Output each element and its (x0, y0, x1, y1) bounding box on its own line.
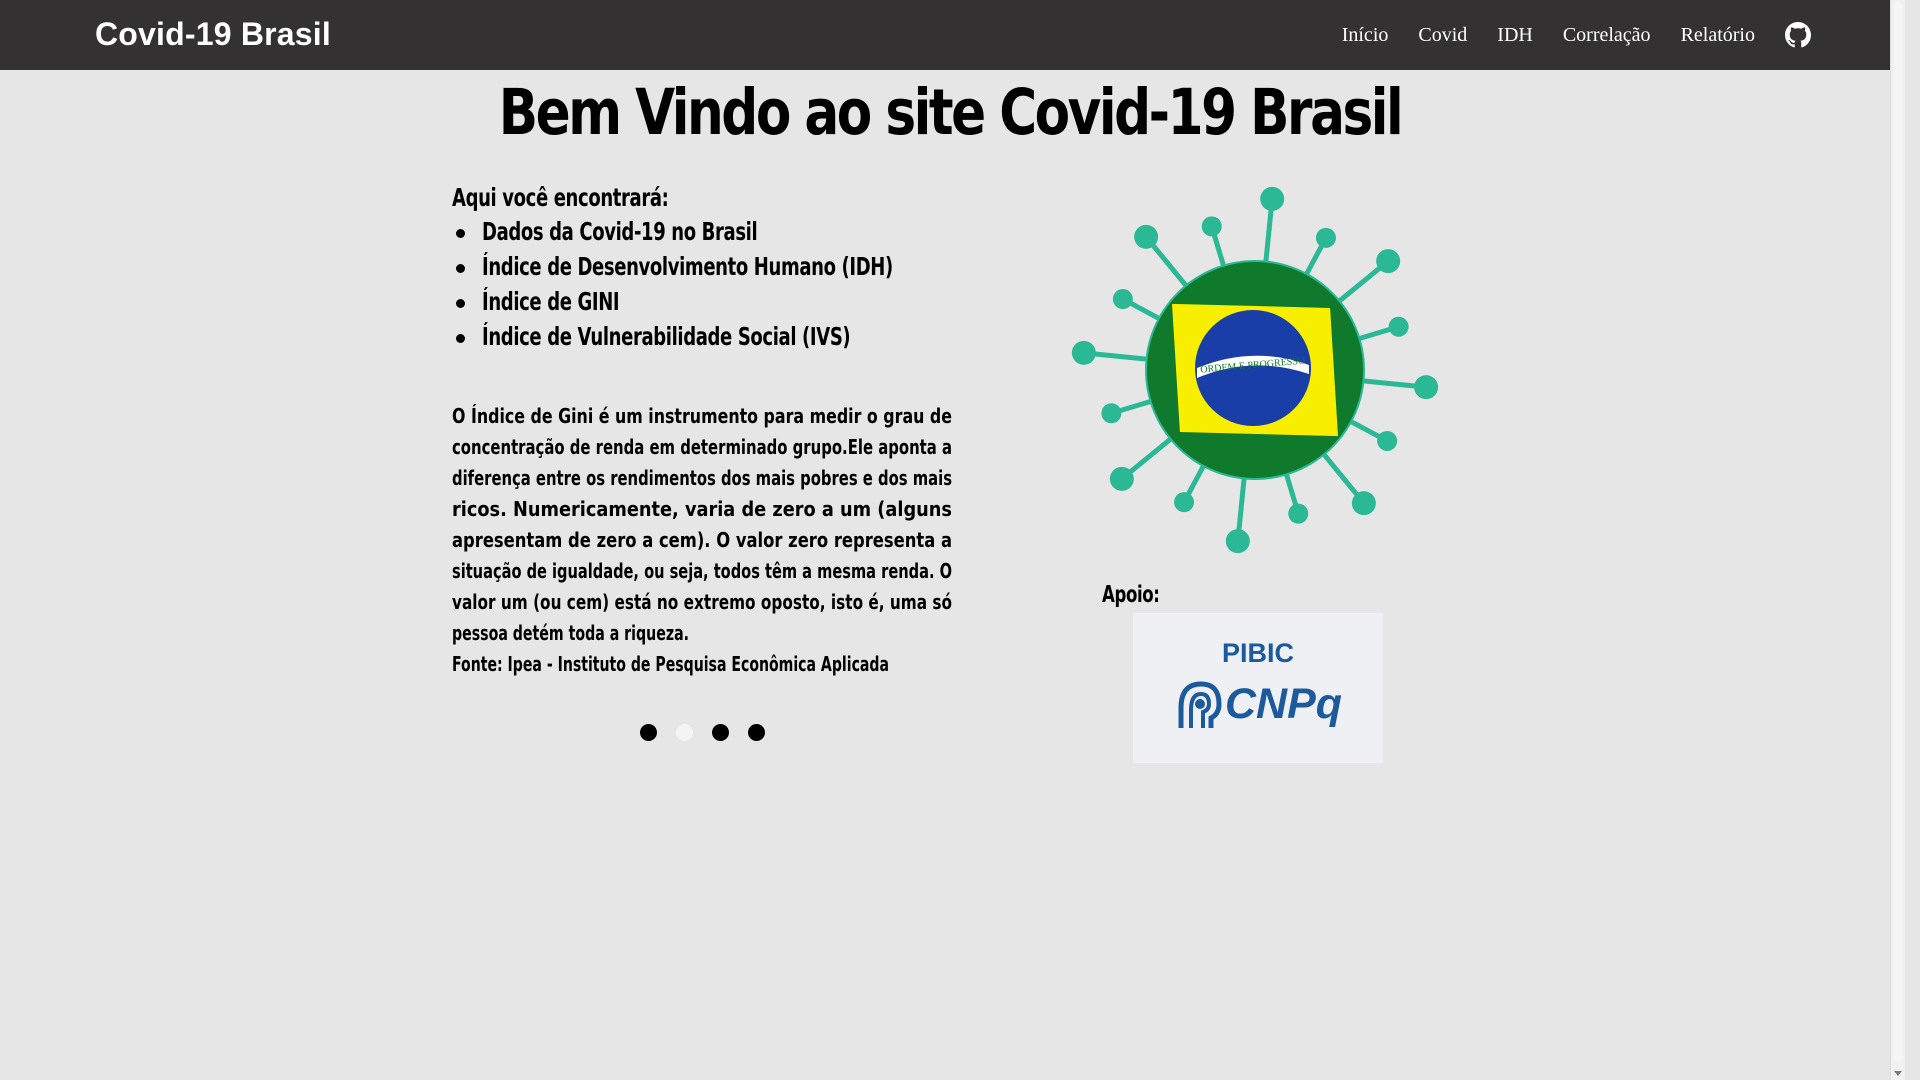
vertical-scrollbar[interactable] (1890, 0, 1905, 1080)
nav-link-idh[interactable]: IDH (1497, 24, 1533, 47)
paragraph-line: ricos. Numericamente, varia de zero a um… (452, 497, 952, 521)
bullet (456, 334, 465, 343)
virus-spike-tip (1288, 503, 1309, 524)
carousel-dot-2[interactable] (676, 724, 693, 741)
virus-spike-tip (1109, 466, 1134, 491)
brand-title[interactable]: Covid-19 Brasil (95, 16, 331, 53)
feature-text: Índice de Vulnerabilidade Social (IVS) (482, 322, 851, 351)
virus-spike-tip (1101, 403, 1122, 424)
feature-text: Índice de GINI (482, 287, 620, 316)
feature-text: Índice de Desenvolvimento Humano (IDH) (482, 252, 893, 281)
navbar: Covid-19 Brasil Início Covid IDH Correla… (0, 0, 1905, 70)
virus-spike-tip (1388, 316, 1409, 337)
nav-links: Início Covid IDH Correlação Relatório (1312, 0, 1811, 70)
nav-link-covid[interactable]: Covid (1418, 24, 1467, 47)
paragraph-line: pessoa detém toda a riqueza. (452, 621, 689, 645)
carousel-dot-1[interactable] (640, 724, 657, 741)
paragraph-line: situação de igualdade, ou seja, todos tê… (452, 559, 952, 583)
bullet (456, 299, 465, 308)
paragraph-line: diferença entre os rendimentos dos mais … (452, 466, 952, 490)
github-icon[interactable] (1785, 22, 1811, 48)
scroll-down-arrow-icon[interactable] (1894, 1071, 1902, 1076)
scrollbar-thumb[interactable] (1894, 2, 1902, 1062)
carousel-indicators (640, 724, 784, 741)
sponsor-logo-card[interactable]: PIBIC CNPq (1133, 613, 1383, 763)
paragraph-line: O Índice de Gini é um instrumento para m… (452, 404, 952, 428)
support-label: Apoio: (1102, 582, 1160, 608)
virus-spike-tip (1315, 227, 1336, 248)
covid-brazil-flag-icon: ORDEM E PROGRESSO (1070, 185, 1440, 555)
virus-spike-tip (1112, 289, 1133, 310)
paragraph-line: apresentam de zero a cem). O valor zero … (452, 528, 952, 552)
page: Covid-19 Brasil Início Covid IDH Correla… (0, 0, 1905, 1080)
virus-spike-tip (1414, 375, 1439, 400)
bullet (456, 229, 465, 238)
bullet (456, 264, 465, 273)
page-headline: Bem Vindo ao site Covid-19 Brasil (498, 76, 1404, 149)
source-line: Fonte: Ipea - Instituto de Pesquisa Econ… (452, 652, 889, 676)
feature-text: Dados da Covid-19 no Brasil (482, 217, 758, 246)
virus-spike-tip (1225, 529, 1250, 554)
nav-link-relatorio[interactable]: Relatório (1681, 24, 1755, 47)
cnpq-logo-text: CNPq (1225, 680, 1343, 728)
virus-spike-tip (1134, 224, 1159, 249)
virus-spike-tip (1174, 492, 1195, 513)
pibic-logo-text: PIBIC (1221, 638, 1294, 668)
virus-spike-tip (1351, 491, 1376, 516)
virus-spike-tip (1376, 249, 1401, 274)
carousel-dot-3[interactable] (712, 724, 729, 741)
paragraph-line: concentração de renda em determinado gru… (452, 435, 952, 459)
paragraph-line: valor um (ou cem) está no extremo oposto… (452, 590, 952, 614)
virus-spike-tip (1260, 186, 1285, 211)
gini-description: O Índice de Gini é um instrumento para m… (452, 404, 952, 683)
nav-link-inicio[interactable]: Início (1342, 24, 1389, 47)
intro-text: Aqui você encontrará: (452, 183, 669, 212)
virus-spike-tip (1201, 216, 1222, 237)
virus-spike-tip (1377, 430, 1398, 451)
nav-link-correlacao[interactable]: Correlação (1563, 24, 1651, 47)
virus-spike-tip (1071, 340, 1096, 365)
carousel-dot-4[interactable] (748, 724, 765, 741)
cnpq-head-icon (1171, 678, 1225, 732)
